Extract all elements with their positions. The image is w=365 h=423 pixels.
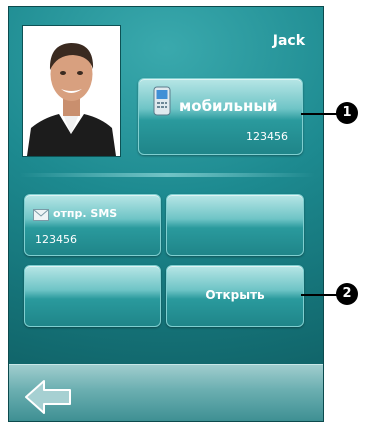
bottom-toolbar — [9, 364, 323, 421]
send-sms-button[interactable]: отпр. SMS 123456 — [24, 194, 161, 256]
callout-marker-2: 2 — [336, 283, 358, 305]
back-arrow-icon — [25, 380, 71, 414]
back-button[interactable] — [23, 377, 75, 417]
sms-number: 123456 — [35, 233, 77, 246]
empty-action-tile[interactable] — [24, 265, 161, 327]
callout-line-2 — [301, 294, 337, 296]
open-button[interactable]: Открыть — [166, 265, 304, 327]
contact-screen: Jack мобильный 123456 отпр. SMS 123456 О… — [8, 6, 324, 422]
sms-label: отпр. SMS — [53, 207, 118, 220]
empty-action-tile[interactable] — [166, 194, 304, 256]
call-mobile-button[interactable]: мобильный 123456 — [138, 78, 303, 155]
contact-name: Jack — [272, 33, 305, 49]
mobile-number: 123456 — [246, 130, 288, 143]
callout-marker-1: 1 — [336, 102, 358, 124]
mobile-phone-icon — [152, 86, 172, 120]
mobile-label: мобильный — [179, 97, 278, 115]
envelope-icon — [33, 206, 49, 225]
contact-photo-image — [23, 26, 120, 156]
section-divider — [19, 173, 315, 177]
callout-line-1 — [301, 113, 337, 115]
contact-photo — [23, 26, 120, 156]
open-label: Открыть — [205, 288, 265, 302]
